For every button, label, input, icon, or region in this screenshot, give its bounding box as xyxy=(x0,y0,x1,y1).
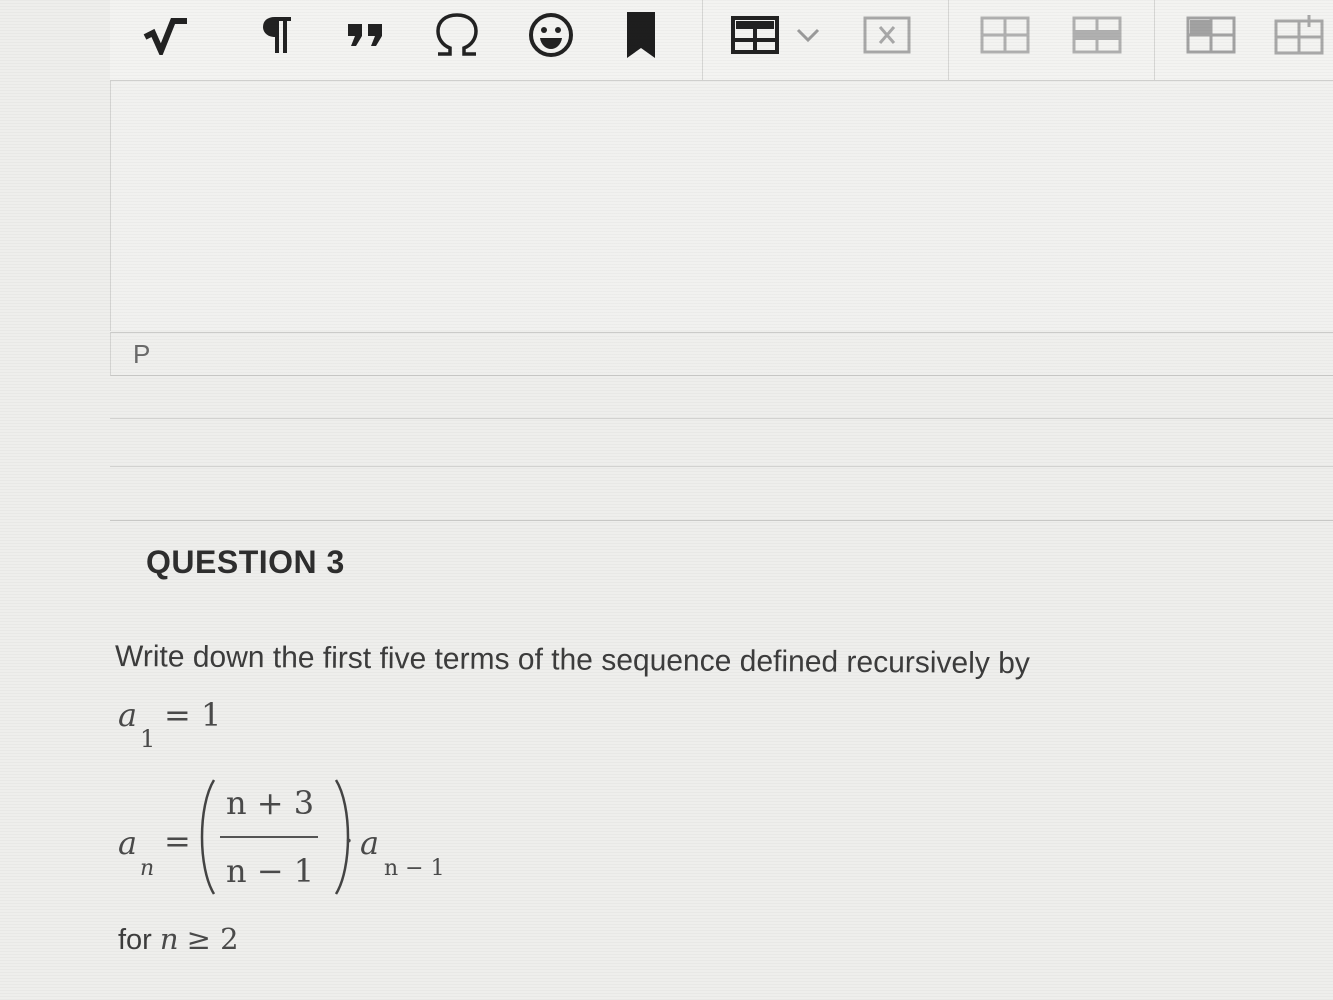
fraction-denominator: n − 1 xyxy=(226,852,315,890)
emoji-icon[interactable] xyxy=(522,10,580,60)
table-insert-icon[interactable] xyxy=(1270,10,1328,60)
toolbar-separator xyxy=(1154,0,1155,80)
toolbar-separator xyxy=(702,0,703,80)
formula2-variable: a xyxy=(118,824,138,862)
formula2-equals: = xyxy=(164,822,191,860)
editor-text-area[interactable] xyxy=(110,81,1333,331)
delete-table-icon[interactable] xyxy=(858,10,916,60)
question-prompt: Write down the first five terms of the s… xyxy=(114,640,1030,681)
question-title: QUESTION 3 xyxy=(146,544,345,580)
blockquote-icon[interactable] xyxy=(342,10,390,60)
dropdown-chevron-icon[interactable] xyxy=(790,10,826,60)
formula1-subscript: 1 xyxy=(140,725,156,753)
table-row-icon[interactable] xyxy=(1068,10,1126,60)
element-path-label[interactable]: P xyxy=(133,339,150,370)
fraction-numerator: n + 3 xyxy=(226,784,315,822)
condition-variable: n xyxy=(159,922,179,956)
square-root-icon[interactable] xyxy=(138,10,194,60)
formula2-subscript: n xyxy=(140,856,155,881)
editor-toolbar xyxy=(110,0,1333,81)
formula2-previous-subscript: n − 1 xyxy=(384,856,445,881)
table-merge-icon[interactable] xyxy=(1182,10,1240,60)
formula1-value: = 1 xyxy=(164,696,222,734)
table-cell-icon[interactable] xyxy=(976,10,1034,60)
formula2-previous-term: a xyxy=(360,824,380,862)
toolbar-separator xyxy=(948,0,949,80)
paragraph-icon[interactable] xyxy=(256,10,300,60)
condition-bound: ≥ 2 xyxy=(186,922,239,956)
formula-condition: for n ≥ 2 xyxy=(118,922,239,957)
omega-icon[interactable] xyxy=(428,10,486,60)
condition-word: for xyxy=(118,924,152,956)
table-icon[interactable] xyxy=(728,10,782,60)
bookmark-icon[interactable] xyxy=(618,10,664,60)
editor-status-bar: P xyxy=(110,332,1333,376)
formula1-variable: a xyxy=(118,696,138,734)
formula2-multiply-dot: · xyxy=(344,824,354,859)
